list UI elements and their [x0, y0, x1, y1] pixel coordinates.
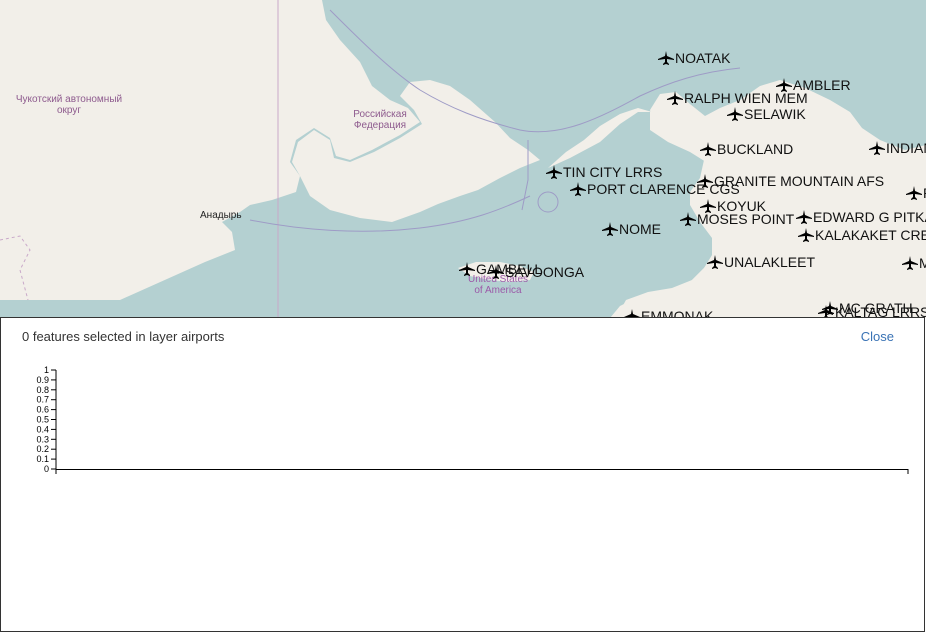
airplane-icon: [700, 142, 716, 156]
airport-label: UNALAKLEET: [724, 254, 816, 270]
airport-label: RALPH WIEN MEM: [684, 90, 808, 106]
airplane-icon: [798, 228, 814, 242]
airport-label: PORT CLARENCE CGS: [587, 181, 740, 197]
airport-label: EDWARD G PITKA: [813, 209, 926, 225]
airport-edward-g-pitka[interactable]: EDWARD G PITKA: [796, 209, 926, 225]
airplane-icon: [680, 212, 696, 226]
airport-label: MOSES POINT: [697, 211, 795, 227]
airplane-icon: [459, 262, 475, 276]
airplane-icon: [546, 165, 562, 179]
y-tick-label: 0.4: [36, 424, 49, 434]
airport-indian[interactable]: INDIAN: [869, 140, 926, 156]
panel-title: 0 features selected in layer airports: [22, 329, 225, 344]
y-tick-label: 0.7: [36, 395, 49, 405]
map-view[interactable]: Чукотский автономный округ Российская Фе…: [0, 0, 926, 318]
airport-label: NOATAK: [675, 50, 731, 66]
airport-edge-r[interactable]: R: [906, 185, 926, 201]
airport-label: M: [919, 255, 926, 271]
airport-savoonga[interactable]: SAVOONGA: [488, 264, 584, 280]
y-tick-label: 0.6: [36, 405, 49, 415]
airplane-icon: [658, 51, 674, 65]
airplane-icon: [667, 91, 683, 105]
chart-axes: 00.10.20.30.40.50.60.70.80.91: [36, 365, 909, 474]
russia-label: Российская Федерация: [353, 109, 407, 131]
airport-label: INDIAN: [886, 140, 926, 156]
airport-label: SELAWIK: [744, 106, 806, 122]
y-tick-label: 0.3: [36, 434, 49, 444]
airport-nome[interactable]: NOME: [602, 221, 661, 237]
airport-buckland[interactable]: BUCKLAND: [700, 141, 793, 157]
airport-label: NOME: [619, 221, 661, 237]
airplane-icon: [602, 222, 618, 236]
y-tick-label: 0: [44, 464, 49, 474]
airplane-icon: [902, 256, 918, 270]
airport-port-clarence-cgs[interactable]: PORT CLARENCE CGS: [570, 181, 740, 197]
airplane-icon: [707, 255, 723, 269]
airport-edge-m[interactable]: M: [902, 255, 926, 271]
airplane-icon: [906, 186, 922, 200]
airplane-icon: [488, 265, 504, 279]
airport-kaltag-lrrs[interactable]: KALTAG LRRS: [818, 304, 926, 318]
airport-noatak[interactable]: NOATAK: [658, 50, 731, 66]
y-tick-label: 0.8: [36, 385, 49, 395]
selection-panel: 0 features selected in layer airports Cl…: [0, 317, 925, 632]
airport-label: SAVOONGA: [505, 264, 585, 280]
airport-kalakaket-creek[interactable]: KALAKAKET CREE: [798, 227, 926, 243]
airport-unalakleet[interactable]: UNALAKLEET: [707, 254, 815, 270]
chart: 00.10.20.30.40.50.60.70.80.91: [36, 365, 909, 474]
anadyr-label: Анадырь: [200, 210, 242, 221]
airport-label: TIN CITY LRRS: [563, 164, 663, 180]
airport-label: KALAKAKET CREE: [815, 227, 926, 243]
y-tick-label: 0.2: [36, 444, 49, 454]
airport-label: KALTAG LRRS: [835, 304, 926, 318]
airplane-icon: [727, 107, 743, 121]
airport-moses-point[interactable]: MOSES POINT: [680, 211, 794, 227]
y-tick-label: 0.9: [36, 375, 49, 385]
airport-ralph-wien-mem[interactable]: RALPH WIEN MEM: [667, 90, 808, 106]
y-tick-label: 0.5: [36, 415, 49, 425]
airport-selawik[interactable]: SELAWIK: [727, 106, 806, 122]
airport-label: BUCKLAND: [717, 141, 794, 157]
y-tick-label: 1: [44, 365, 49, 375]
airport-tin-city-lrrs[interactable]: TIN CITY LRRS: [546, 164, 662, 180]
airplane-icon: [796, 210, 812, 224]
airplane-icon: [570, 182, 586, 196]
y-tick-label: 0.1: [36, 454, 49, 464]
close-button[interactable]: Close: [861, 329, 894, 344]
airplane-icon: [869, 141, 885, 155]
chukotka-label: Чукотский автономный округ: [15, 94, 123, 116]
